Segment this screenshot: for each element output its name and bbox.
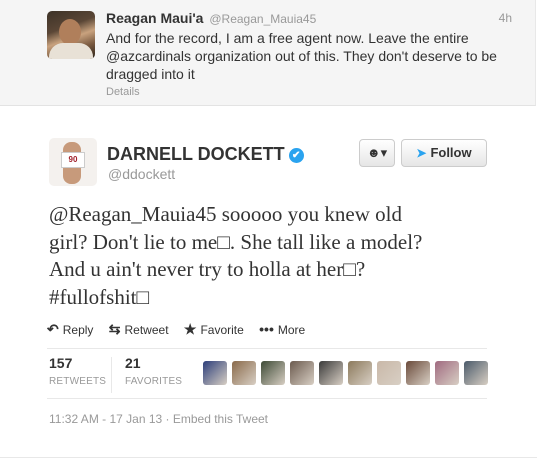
retweet-action[interactable]: ⇆ Retweet (109, 321, 169, 338)
reply-action[interactable]: ↶ Reply (47, 321, 93, 338)
tweet-line: And u ain't never try to holla at her□? (49, 257, 366, 281)
favorite-action[interactable]: ★ Favorite (184, 321, 244, 338)
favoriter-avatar[interactable] (232, 361, 256, 385)
tweet-actions: ↶ Reply ⇆ Retweet ★ Favorite ••• More (47, 321, 317, 338)
favoriter-avatars (203, 361, 493, 390)
favorites-label: FAVORITES (125, 376, 183, 387)
favoriter-avatar[interactable] (464, 361, 488, 385)
retweet-icon: ⇆ (108, 321, 121, 337)
favoriter-avatar[interactable] (203, 361, 227, 385)
follow-label: Follow (430, 145, 472, 160)
user-actions-dropdown[interactable]: ☻▾ (359, 139, 395, 167)
parent-handle[interactable]: @Reagan_Mauia45 (209, 12, 316, 26)
parent-name-text[interactable]: Reagan Maui'a (106, 10, 203, 26)
favoriter-avatar[interactable] (348, 361, 372, 385)
details-link[interactable]: Details (106, 86, 140, 98)
avatar-shirt (49, 43, 93, 59)
tweet-line: @Reagan_Mauia45 sooooo you knew old (49, 202, 402, 226)
divider (47, 398, 487, 399)
favorites-count: 21 (125, 355, 141, 371)
retweets-count: 157 (49, 355, 73, 371)
tweet-line: girl? Don't lie to me□. She tall like a … (49, 229, 423, 254)
person-icon: ☻ (366, 145, 381, 160)
reply-label: Reply (62, 323, 94, 337)
favorites-stat[interactable]: 21 FAVORITES (125, 355, 182, 387)
divider (47, 348, 487, 349)
retweet-label: Retweet (124, 323, 169, 337)
favoriter-avatar[interactable] (290, 361, 314, 385)
main-name-text[interactable]: DARNELL DOCKETT (107, 144, 285, 164)
tweet-footer[interactable]: 11:32 AM - 17 Jan 13 · Embed this Tweet (49, 412, 268, 426)
tweet-line: #fullofshit□ (49, 284, 150, 309)
main-author-name[interactable]: DARNELL DOCKETT ✔ (107, 144, 304, 165)
retweets-label: RETWEETS (49, 376, 107, 387)
retweets-stat[interactable]: 157 RETWEETS (49, 355, 106, 387)
avatar-face (59, 19, 81, 45)
stat-divider (111, 357, 112, 393)
main-tweet-text: @Reagan_Mauia45 sooooo you knew old girl… (49, 201, 519, 311)
twitter-bird-icon: ➤ (416, 146, 427, 160)
parent-tweet-text: And for the record, I am a free agent no… (106, 30, 497, 82)
favoriter-avatar[interactable] (261, 361, 285, 385)
follow-button[interactable]: ➤ Follow (401, 139, 487, 167)
chevron-down-icon: ▾ (380, 145, 388, 160)
reagan-avatar[interactable] (47, 11, 95, 59)
divider (0, 457, 537, 458)
favoriter-avatar[interactable] (319, 361, 343, 385)
favoriter-avatar[interactable] (406, 361, 430, 385)
parent-tweet: Reagan Maui'a @Reagan_Mauia45 4h And for… (0, 0, 536, 106)
star-icon: ★ (183, 321, 197, 337)
parent-timestamp[interactable]: 4h (499, 11, 512, 25)
favoriter-avatar[interactable] (377, 361, 401, 385)
reply-icon: ↶ (47, 321, 59, 337)
more-label: More (277, 323, 306, 337)
main-handle[interactable]: @ddockett (108, 166, 175, 182)
verified-badge-icon: ✔ (288, 148, 304, 163)
ellipsis-icon: ••• (259, 321, 274, 337)
favoriter-avatar[interactable] (435, 361, 459, 385)
avatar-jersey: 90 (61, 152, 85, 168)
dockett-avatar[interactable]: 90 (49, 138, 97, 186)
favorite-label: Favorite (200, 323, 244, 337)
parent-author-name[interactable]: Reagan Maui'a @Reagan_Mauia45 (106, 10, 316, 26)
more-action[interactable]: ••• More (259, 321, 305, 337)
